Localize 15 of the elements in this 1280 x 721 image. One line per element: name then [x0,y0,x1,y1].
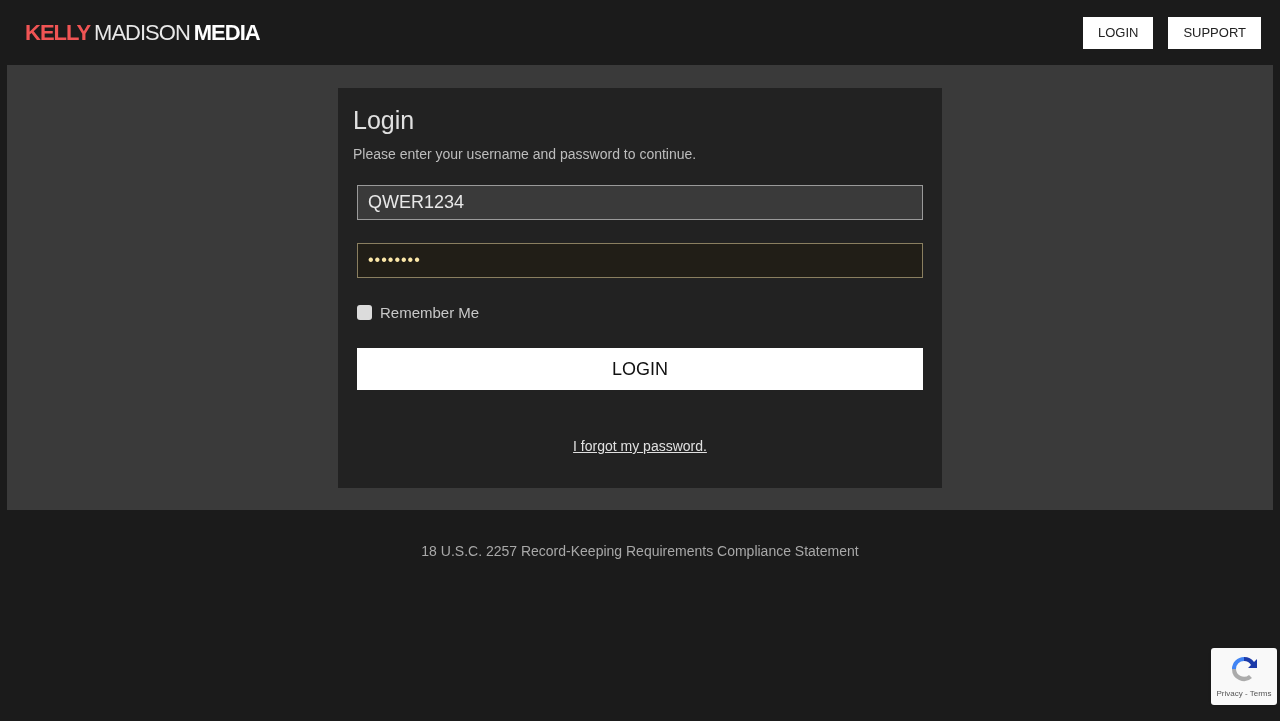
recaptcha-links[interactable]: Privacy - Terms [1216,688,1272,700]
login-title: Login [353,105,416,136]
forgot-password-link[interactable]: I forgot my password. [573,436,707,457]
login-submit-button[interactable]: LOGIN [357,348,923,390]
remember-me-label: Remember Me [380,302,480,323]
logo-text: KELLY [25,19,91,47]
username-field[interactable]: QWER1234 [357,184,923,220]
compliance-link[interactable]: 18 U.S.C. 2257 Record-Keeping Requirements Compliance Statement [421,541,859,562]
logo-text: MEDIA [193,19,260,47]
password-field[interactable]: •••••••• [357,242,923,278]
nav-button[interactable]: SUPPORT [1168,16,1261,49]
logo-text: MADISON [94,19,190,47]
nav-button[interactable]: LOGIN [1082,16,1154,49]
login-subtitle: Please enter your username and password to continue. [353,144,698,164]
remember-me-checkbox[interactable] [357,305,372,321]
